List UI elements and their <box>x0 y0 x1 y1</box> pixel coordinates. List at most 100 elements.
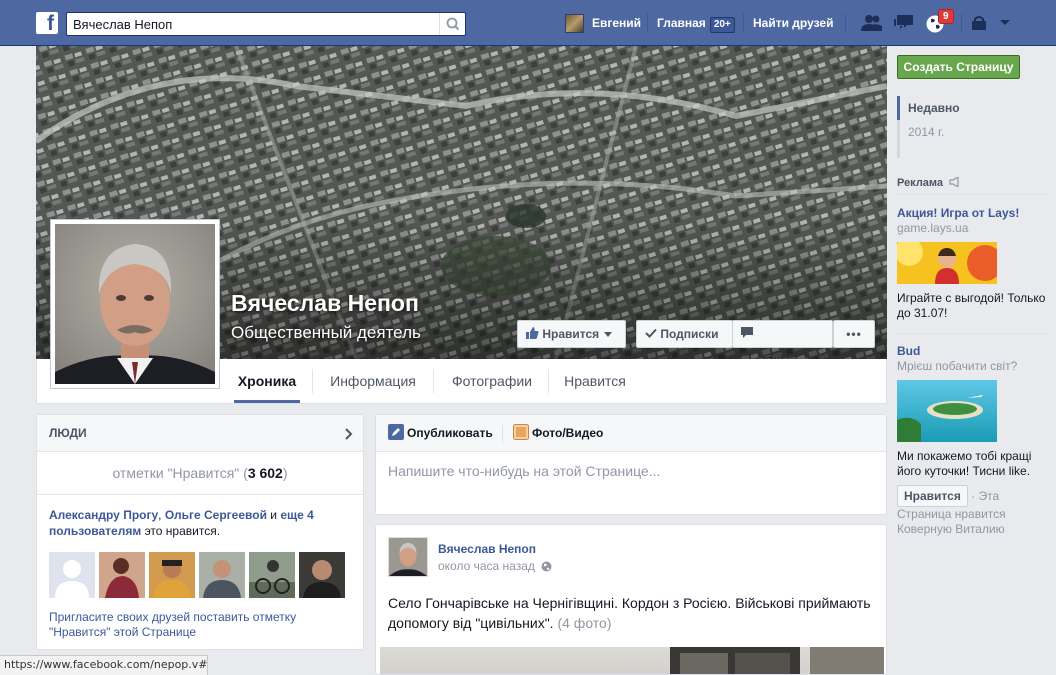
ad-lays[interactable]: Акция! Игра от Lays! game.lays.ua Играйт… <box>897 206 1047 321</box>
likes-this-text: это нравится. <box>141 524 221 538</box>
friend-link[interactable]: Ольге Сергеевой <box>165 508 267 522</box>
like-page-button[interactable]: Нравится <box>517 320 626 348</box>
post-author-avatar[interactable] <box>388 537 428 577</box>
follow-label: Подписки <box>660 327 719 341</box>
tab-about[interactable]: Информация <box>321 359 425 403</box>
like-page-label: Нравится <box>542 327 600 341</box>
find-friends-link[interactable]: Найти друзей <box>753 13 833 33</box>
tab-divider <box>312 369 313 393</box>
scrubber-track <box>897 144 1017 158</box>
browser-status-bar: https://www.facebook.com/nepop.v# <box>0 655 208 675</box>
search-icon <box>446 17 460 31</box>
account-menu-chevron-down-icon[interactable] <box>998 14 1012 32</box>
publish-tab[interactable]: Опубликовать <box>388 415 493 452</box>
invite-friends-link[interactable]: Пригласите своих друзей поставить отметк… <box>49 610 349 640</box>
timeline-post: Вячеслав Непоп около часа назад Село Гон… <box>375 524 887 675</box>
post-photo-count-link[interactable]: (4 фото) <box>557 615 611 631</box>
nav-divider <box>647 14 648 32</box>
friend-avatar[interactable] <box>99 552 145 598</box>
chevron-right-icon <box>345 428 353 440</box>
home-label: Главная <box>657 16 706 30</box>
friend-requests-icon[interactable] <box>860 14 884 32</box>
post-timestamp[interactable]: около часа назад <box>438 559 552 573</box>
post-time-text: около часа назад <box>438 559 535 573</box>
likes-suffix: ) <box>282 465 288 481</box>
friend-link[interactable]: Александру Прогу <box>49 508 158 522</box>
timeline-scrubber: Недавно 2014 г. <box>897 96 1017 158</box>
follow-button[interactable]: Подписки <box>636 320 733 348</box>
friend-avatar[interactable] <box>249 552 295 598</box>
ad-title[interactable]: Акция! Игра от Lays! <box>897 206 1047 221</box>
ads-title: Реклама <box>897 177 944 189</box>
profile-photo-image <box>55 224 215 384</box>
ad-body: Ми покажемо тобі кращі його куточки! Тис… <box>897 449 1032 478</box>
separator-text: , <box>158 508 165 522</box>
user-avatar[interactable] <box>565 14 584 33</box>
messages-icon[interactable] <box>892 14 916 32</box>
ad-like-button[interactable]: Нравится <box>897 485 968 507</box>
page-title: Вячеслав Непоп <box>231 290 419 316</box>
search-box <box>66 12 466 36</box>
post-photo-image <box>670 647 884 674</box>
notifications-count-badge: 9 <box>938 9 954 24</box>
more-options-button[interactable]: ••• <box>833 320 875 348</box>
ad-social-context: Нравится · Эта Страница нравится Коверну… <box>897 485 1047 537</box>
friend-avatar[interactable] <box>299 552 345 598</box>
nav-divider <box>961 14 962 32</box>
home-count-badge: 20+ <box>709 17 735 33</box>
ad-domain: game.lays.ua <box>897 221 969 235</box>
chevron-down-icon <box>603 332 612 337</box>
search-button[interactable] <box>439 13 465 35</box>
photo-video-tab[interactable]: Фото/Видео <box>513 415 603 452</box>
user-profile-link[interactable]: Евгений <box>592 13 641 33</box>
people-box: ЛЮДИ отметки "Нравится" (3 602) Александ… <box>36 414 364 650</box>
create-page-button[interactable]: Создать Страницу <box>897 55 1020 79</box>
page-likes-count[interactable]: отметки "Нравится" (3 602) <box>37 452 363 495</box>
likes-prefix: отметки "Нравится" ( <box>112 465 248 481</box>
nav-divider <box>845 14 846 32</box>
thumbs-up-icon <box>526 327 539 339</box>
checkmark-icon <box>645 328 657 338</box>
search-input[interactable] <box>67 13 439 35</box>
friends-like-sentence: Александру Прогу, Ольге Сергеевой и еще … <box>37 495 363 539</box>
tab-likes[interactable]: Нравится <box>557 359 633 403</box>
ad-bud[interactable]: Bud Мрієш побачити світ? Ми покажемо тоб… <box>897 344 1047 537</box>
post-author-link[interactable]: Вячеслав Непоп <box>438 542 536 556</box>
pencil-icon <box>388 424 404 440</box>
megaphone-icon <box>949 175 959 189</box>
post-composer: Опубликовать Фото/Видео Напишите что-ниб… <box>375 414 887 515</box>
photo-video-label: Фото/Видео <box>532 426 604 440</box>
facebook-logo-icon[interactable]: f <box>36 12 58 34</box>
scrubber-item-year[interactable]: 2014 г. <box>897 120 1017 144</box>
people-box-title: ЛЮДИ <box>49 426 87 440</box>
friend-avatar[interactable] <box>49 552 95 598</box>
scrubber-item-recent[interactable]: Недавно <box>897 96 1017 120</box>
ad-lays-image[interactable] <box>897 242 997 284</box>
composer-divider <box>502 425 503 443</box>
nav-divider <box>743 14 744 32</box>
page-category: Общественный деятель <box>231 323 421 342</box>
privacy-lock-icon[interactable] <box>970 14 990 32</box>
friend-avatar[interactable] <box>149 552 195 598</box>
post-photo[interactable] <box>380 647 884 674</box>
ad-divider <box>897 333 1047 334</box>
profile-picture[interactable] <box>50 219 220 389</box>
likes-number: 3 602 <box>247 465 283 481</box>
composer-input[interactable]: Напишите что-нибудь на этой Странице... <box>388 463 660 479</box>
ad-subtitle: Мрієш побачити світ? <box>897 359 1018 373</box>
ad-title[interactable]: Bud <box>897 344 1047 359</box>
ads-section-header: Реклама <box>897 175 1047 195</box>
friend-avatar[interactable] <box>199 552 245 598</box>
people-box-header[interactable]: ЛЮДИ <box>37 415 363 452</box>
message-button[interactable]: Сообщение <box>732 320 833 367</box>
and-text: и <box>266 508 281 522</box>
tab-photos[interactable]: Фотографии <box>442 359 542 403</box>
post-message-text: Село Гончарівське на Чернігівщині. Кордо… <box>388 595 871 631</box>
home-link[interactable]: Главная 20+ <box>657 13 735 33</box>
tab-divider <box>433 369 434 393</box>
ad-bud-image[interactable] <box>897 380 997 442</box>
post-message: Село Гончарівське на Чернігівщині. Кордо… <box>388 593 878 633</box>
publish-label: Опубликовать <box>407 426 493 440</box>
tab-timeline[interactable]: Хроника <box>234 359 300 403</box>
photo-icon <box>513 424 529 440</box>
